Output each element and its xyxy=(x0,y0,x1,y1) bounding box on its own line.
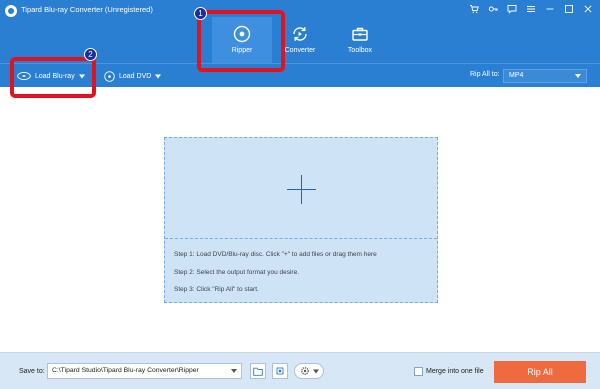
add-files-area[interactable] xyxy=(165,138,437,239)
step-badge-2: 2 xyxy=(84,48,97,61)
menu-icon[interactable] xyxy=(523,2,539,16)
chevron-down-icon xyxy=(312,369,319,373)
step-2-text: Step 2: Select the output format you des… xyxy=(174,269,300,276)
chat-icon[interactable] xyxy=(504,2,520,16)
drop-zone[interactable]: Step 1: Load DVD/Blu-ray disc. Click "+"… xyxy=(164,137,438,303)
add-icon-bar[interactable] xyxy=(287,189,316,190)
merge-label: Merge into one file xyxy=(426,368,484,375)
window-title: Tipard Blu-ray Converter (Unregistered) xyxy=(21,5,153,14)
drop-zone-divider xyxy=(165,238,437,239)
cart-icon[interactable] xyxy=(466,2,482,16)
load-bluray-highlight xyxy=(10,57,96,98)
chevron-down-icon xyxy=(575,74,581,78)
merge-checkbox[interactable] xyxy=(414,367,423,376)
bottom-bar: Save to: C:\Tipard Studio\Tipard Blu-ray… xyxy=(0,352,600,389)
tab-toolbox-label: Toolbox xyxy=(347,47,373,54)
chevron-down-icon xyxy=(231,369,237,373)
step-badge-1: 1 xyxy=(194,7,207,20)
output-format-value: MP4 xyxy=(509,72,524,79)
load-dvd-button[interactable]: Load DVD xyxy=(104,68,162,84)
cpu-icon xyxy=(276,367,284,375)
rip-all-button[interactable]: Rip All xyxy=(494,361,586,383)
step-3-text: Step 3: Click "Rip All" to start. xyxy=(174,286,259,293)
key-icon[interactable] xyxy=(485,2,501,16)
load-dvd-label: Load DVD xyxy=(119,72,152,80)
hardware-acceleration-button[interactable] xyxy=(272,363,288,379)
tab-toolbox[interactable]: Toolbox xyxy=(330,17,390,63)
save-path-value: C:\Tipard Studio\Tipard Blu-ray Converte… xyxy=(52,367,199,374)
rip-all-to-label: Rip All to: xyxy=(470,71,500,78)
ripper-highlight xyxy=(197,10,285,72)
tab-converter-label: Converter xyxy=(284,47,316,54)
dvd-disc-icon xyxy=(104,70,115,82)
save-to-label: Save to: xyxy=(19,368,45,375)
close-icon[interactable] xyxy=(580,2,596,16)
output-format-select[interactable]: MP4 xyxy=(503,69,587,83)
open-folder-button[interactable] xyxy=(250,363,266,379)
gear-icon xyxy=(300,367,309,375)
toolbox-icon xyxy=(352,27,368,41)
maximize-icon[interactable] xyxy=(561,2,577,16)
window-controls xyxy=(466,2,596,16)
save-path-field[interactable]: C:\Tipard Studio\Tipard Blu-ray Converte… xyxy=(47,363,242,379)
step-1-text: Step 1: Load DVD/Blu-ray disc. Click "+"… xyxy=(174,251,377,258)
chevron-down-icon xyxy=(155,74,162,78)
folder-icon xyxy=(253,367,263,376)
convert-icon xyxy=(293,27,307,41)
app-logo-icon xyxy=(5,5,17,17)
minimize-icon[interactable] xyxy=(542,2,558,16)
output-settings-button[interactable] xyxy=(294,363,324,379)
